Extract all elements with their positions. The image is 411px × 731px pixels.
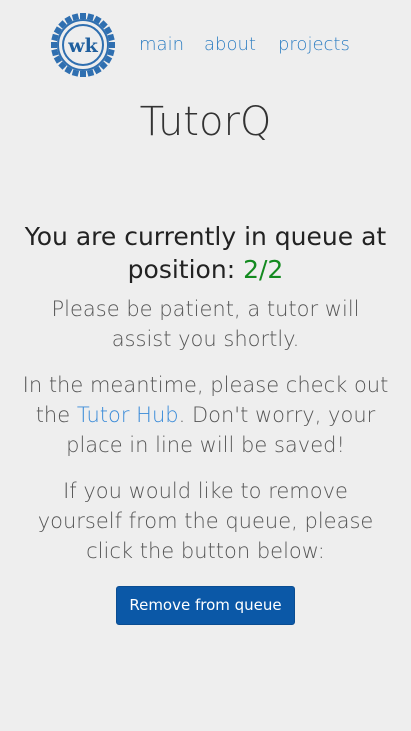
page: wk main about projects TutorQ You are cu… [0, 0, 411, 731]
nav-link-main[interactable]: main [139, 34, 184, 56]
queue-heading: You are currently in queue at position: … [20, 220, 391, 286]
tutor-hub-link[interactable]: Tutor Hub [77, 403, 179, 427]
wk-gear-logo-icon[interactable]: wk [47, 9, 119, 81]
top-bar: wk main about projects [0, 0, 411, 90]
queue-heading-text: You are currently in queue at position: [24, 222, 387, 284]
patience-message: Please be patient, a tutor will assist y… [51, 297, 360, 351]
meantime-message: In the meantime, please check out the Tu… [20, 370, 391, 460]
page-title: TutorQ [139, 99, 272, 145]
nav-link-projects[interactable]: projects [278, 34, 350, 56]
logo-text: wk [67, 35, 98, 57]
queue-position: 2/2 [243, 255, 284, 284]
remove-instructions: If you would like to remove yourself fro… [37, 479, 374, 563]
nav-link-about[interactable]: about [204, 34, 256, 56]
queue-panel: You are currently in queue at position: … [20, 220, 391, 625]
remove-from-queue-button[interactable]: Remove from queue [116, 586, 295, 625]
